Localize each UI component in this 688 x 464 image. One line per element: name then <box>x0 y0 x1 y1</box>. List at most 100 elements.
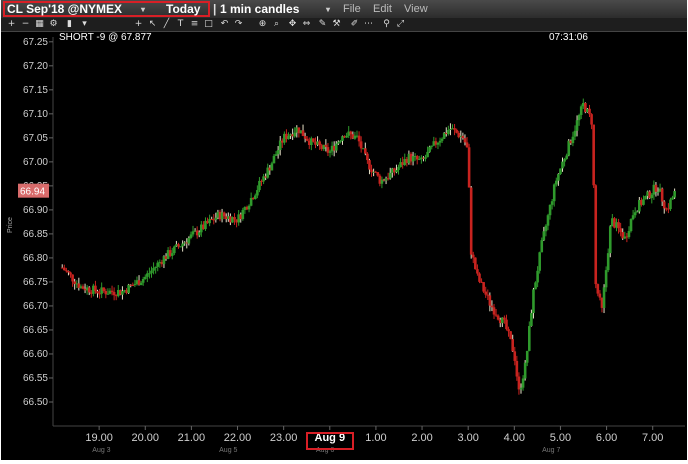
candle-body <box>633 212 637 216</box>
candle-body <box>81 286 85 289</box>
candle-body <box>465 142 469 148</box>
candle-body <box>359 141 363 149</box>
pan-icon[interactable]: ✥ <box>287 19 298 30</box>
candle-body <box>511 339 514 352</box>
candle-body <box>559 168 562 175</box>
candle-body <box>324 144 328 148</box>
candle-body <box>334 143 338 151</box>
candle-body <box>629 219 633 232</box>
chart-area[interactable]: 67.2567.2067.1567.1067.0567.0066.9566.90… <box>1 31 687 460</box>
symbol-selector[interactable]: CL Sep'18 @NYMEX <box>7 2 122 16</box>
period-selector[interactable]: Today <box>166 2 200 16</box>
candle-body <box>552 184 556 202</box>
drawing-icon[interactable]: ✎ <box>317 19 328 30</box>
menu-view[interactable]: View <box>404 3 428 15</box>
zoom-out-icon[interactable]: − <box>20 19 31 30</box>
zoom-in-icon[interactable]: + <box>6 19 17 30</box>
x-tick-label: 5.00 <box>550 432 571 444</box>
candle-body <box>532 289 535 314</box>
candle-body <box>554 180 558 185</box>
y-tick-label: 67.25 <box>23 37 48 48</box>
grid-icon[interactable]: ▦ <box>34 19 45 30</box>
candle-body <box>469 187 473 255</box>
candle-body <box>141 279 145 283</box>
more-icon[interactable]: ⋯ <box>363 19 374 30</box>
candlestick-chart[interactable]: 67.2567.2067.1567.1067.0567.0066.9566.90… <box>1 31 687 460</box>
candle-body <box>357 135 361 142</box>
candle-body <box>258 180 261 191</box>
date-label: Aug 7 <box>542 447 560 454</box>
candle-body <box>471 254 475 258</box>
brush-icon[interactable]: ✐ <box>349 19 360 30</box>
tools-icon[interactable]: ⚒ <box>331 19 342 30</box>
measure-icon[interactable]: ⇔ <box>301 19 312 30</box>
x-tick-label: 20.00 <box>131 432 159 444</box>
candle-body <box>276 150 280 155</box>
candle-body <box>272 155 276 164</box>
current-price-label: 66.94 <box>20 187 45 198</box>
candle-body <box>660 188 664 202</box>
search-icon[interactable]: ⌕ <box>271 19 282 30</box>
settings-icon[interactable]: ⚙ <box>48 19 59 30</box>
expand-icon[interactable]: ⤢ <box>395 19 406 30</box>
candle-body <box>447 129 450 135</box>
interval-selector[interactable]: 1 min candles <box>220 2 299 16</box>
candle-body <box>214 217 218 221</box>
candle-body <box>608 226 612 254</box>
chevron-down-icon[interactable]: ▾ <box>141 5 145 14</box>
candle-body <box>604 270 608 288</box>
candle-body <box>525 350 529 363</box>
candle-body <box>270 163 274 171</box>
chart-type-icon[interactable]: ▮ <box>64 19 75 30</box>
candle-body <box>453 128 456 130</box>
date-label: Aug 3 <box>92 447 110 454</box>
y-tick-label: 66.70 <box>23 301 48 312</box>
candle-body <box>598 293 602 298</box>
undo-icon[interactable]: ↶ <box>219 19 230 30</box>
y-tick-label: 66.55 <box>23 373 48 384</box>
line-tool-icon[interactable]: ╱ <box>161 19 172 30</box>
candle-body <box>170 253 174 256</box>
candle-body <box>619 228 622 233</box>
candle-body <box>366 153 369 161</box>
pin-icon[interactable]: ⚲ <box>381 19 392 30</box>
candle-body <box>596 284 600 294</box>
toolbar: + − ▦ ⚙ ▮ ▾ + ↖ ╱ T ≡ □ ↶ ↷ ⊕ ⌕ ✥ ⇔ ✎ ⚒ ✐ ⋯ ⚲ ⤢ <box>1 18 687 32</box>
menu-file[interactable]: File <box>343 3 361 15</box>
chevron-down-icon[interactable]: ▾ <box>326 5 330 14</box>
candle-body <box>293 132 297 137</box>
candle-body <box>573 130 577 137</box>
y-tick-label: 66.65 <box>23 325 48 336</box>
candle-body <box>509 331 512 340</box>
candle-body <box>102 287 106 292</box>
candle-body <box>436 142 440 145</box>
candle-body <box>247 205 251 210</box>
candle-body <box>635 211 639 213</box>
candle-body <box>253 195 257 200</box>
candle-body <box>287 135 290 140</box>
candle-body <box>181 243 184 247</box>
candle-body <box>191 231 195 235</box>
menu-edit[interactable]: Edit <box>373 3 392 15</box>
shape-tool-icon[interactable]: □ <box>203 19 214 30</box>
text-tool-icon[interactable]: T <box>175 19 186 30</box>
x-tick-label: 23.00 <box>270 432 298 444</box>
arrow-icon[interactable]: ↖ <box>147 19 158 30</box>
candle-body <box>496 315 500 320</box>
candle-body <box>617 222 620 229</box>
fib-tool-icon[interactable]: ≡ <box>189 19 200 30</box>
candle-body <box>179 246 182 248</box>
candle-body <box>303 135 307 139</box>
crosshair-icon[interactable]: + <box>133 19 144 30</box>
candle-body <box>133 284 137 286</box>
position-label: SHORT -9 @ 67.877 <box>59 32 152 43</box>
candle-body <box>71 274 74 282</box>
redo-icon[interactable]: ↷ <box>233 19 244 30</box>
candle-body <box>557 174 560 181</box>
zoom-icon[interactable]: ⊕ <box>257 19 268 30</box>
candle-body <box>376 172 380 176</box>
dropdown-icon[interactable]: ▾ <box>79 19 90 30</box>
y-tick-label: 67.20 <box>23 61 48 72</box>
candle-body <box>519 387 523 390</box>
candle-body <box>156 262 160 267</box>
